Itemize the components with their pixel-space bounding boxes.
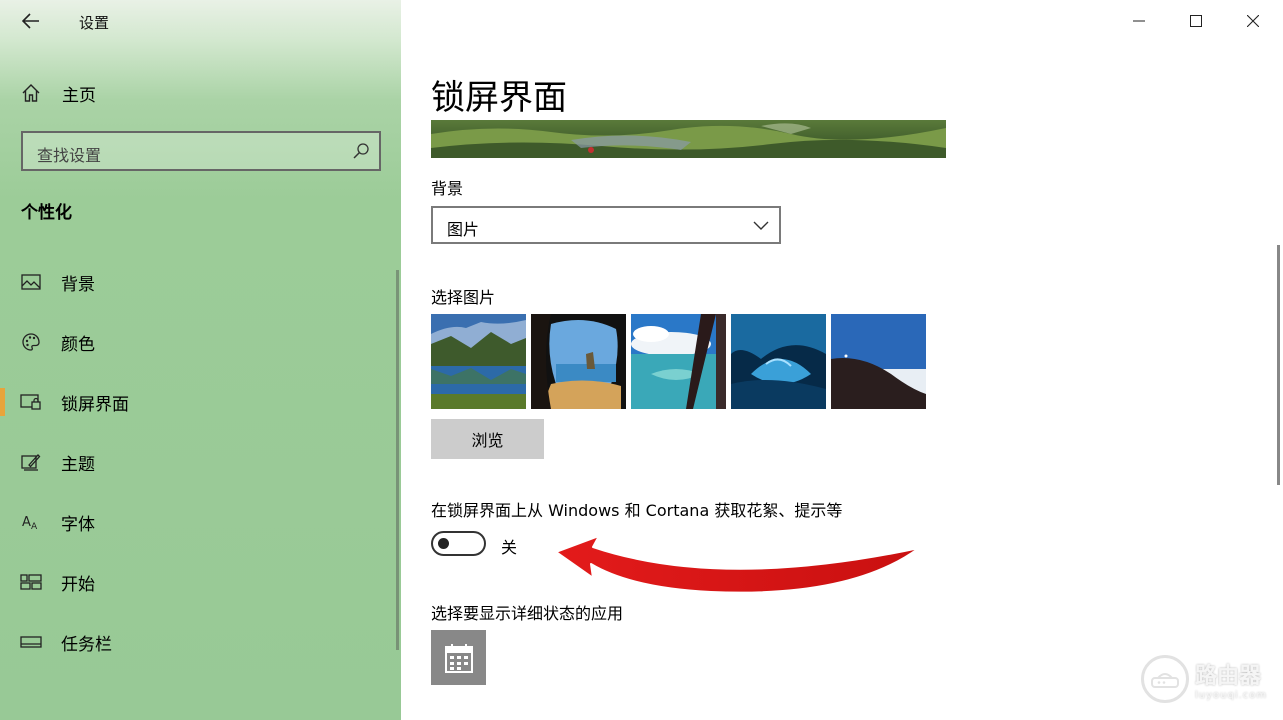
app-title: 设置	[79, 14, 110, 32]
sidebar-item-start[interactable]: 开始	[0, 562, 395, 602]
sidebar-item-label: 颜色	[61, 334, 95, 355]
thumbnail-sea-cave[interactable]	[531, 314, 626, 409]
nav-home[interactable]: 主页	[20, 80, 96, 106]
svg-text:A: A	[31, 522, 38, 532]
watermark: 路由器 luyouqi.com	[1141, 655, 1267, 703]
sidebar-item-label: 主题	[61, 454, 95, 475]
toggle-knob	[438, 538, 449, 549]
sidebar-item-label: 任务栏	[61, 634, 112, 655]
home-icon	[20, 82, 42, 104]
font-icon: AA	[20, 511, 42, 533]
sidebar-item-taskbar[interactable]: 任务栏	[0, 622, 395, 662]
back-button[interactable]	[14, 6, 48, 36]
sidebar: 设置 主页 查找设置 个性化 背景 颜色 锁屏界面 主题 A A 字体 开始 任…	[0, 0, 401, 720]
active-indicator	[0, 388, 5, 416]
background-dropdown[interactable]: 图片	[431, 206, 781, 244]
sidebar-item-label: 锁屏界面	[61, 394, 129, 415]
sidebar-item-fonts[interactable]: AA 字体	[0, 502, 395, 542]
detailed-status-label: 选择要显示详细状态的应用	[431, 604, 624, 623]
thumbnail-ice-cave[interactable]	[731, 314, 826, 409]
search-icon	[353, 143, 369, 159]
lock-screen-preview	[431, 120, 946, 158]
watermark-subtitle: luyouqi.com	[1195, 689, 1268, 701]
sidebar-item-colors[interactable]: 颜色	[0, 322, 395, 362]
minimize-button[interactable]	[1119, 8, 1159, 34]
section-title: 个性化	[21, 203, 72, 223]
choose-picture-label: 选择图片	[431, 288, 496, 307]
thumbnail-ocean-island[interactable]	[631, 314, 726, 409]
picture-icon	[20, 271, 42, 293]
sidebar-item-background[interactable]: 背景	[0, 262, 395, 302]
lock-screen-icon	[20, 391, 42, 413]
close-button[interactable]	[1233, 8, 1273, 34]
sidebar-scrollbar[interactable]	[396, 270, 399, 650]
router-logo-icon	[1141, 655, 1189, 703]
svg-text:A: A	[22, 515, 31, 530]
sidebar-item-label: 背景	[61, 274, 95, 295]
page-title: 锁屏界面	[431, 78, 567, 118]
maximize-button[interactable]	[1176, 8, 1216, 34]
picture-thumbnails	[431, 314, 926, 409]
toggle-state-label: 关	[501, 538, 518, 557]
spotlight-label: 在锁屏界面上从 Windows 和 Cortana 获取花絮、提示等	[431, 501, 843, 520]
search-input[interactable]: 查找设置	[21, 131, 381, 171]
calendar-icon	[444, 643, 473, 673]
browse-button[interactable]: 浏览	[431, 419, 544, 459]
sidebar-item-themes[interactable]: 主题	[0, 442, 395, 482]
thumbnail-mountain-lake[interactable]	[431, 314, 526, 409]
back-arrow-icon	[22, 13, 39, 29]
sidebar-item-lock-screen[interactable]: 锁屏界面	[0, 382, 395, 422]
sidebar-item-label: 字体	[61, 514, 95, 535]
sidebar-item-label: 开始	[61, 574, 95, 595]
palette-icon	[20, 331, 42, 353]
detailed-status-app-button[interactable]	[431, 630, 486, 685]
search-placeholder: 查找设置	[37, 146, 102, 165]
start-tiles-icon	[20, 571, 42, 593]
chevron-down-icon	[753, 221, 769, 230]
thumbnail-hill-sky[interactable]	[831, 314, 926, 409]
spotlight-toggle[interactable]	[431, 531, 486, 556]
main-scrollbar[interactable]	[1277, 245, 1280, 485]
main-content: 锁屏界面 背景 图片 选择图片 浏览 在锁屏界面上从 Windows 和 Cor…	[401, 0, 1283, 720]
close-icon	[1247, 15, 1259, 27]
background-label: 背景	[431, 179, 464, 198]
theme-brush-icon	[20, 451, 42, 473]
background-dropdown-value: 图片	[447, 220, 480, 239]
maximize-icon	[1190, 15, 1202, 27]
minimize-icon	[1133, 20, 1145, 22]
nav-home-label: 主页	[62, 85, 96, 106]
taskbar-icon	[20, 631, 42, 653]
watermark-title: 路由器	[1195, 663, 1262, 689]
